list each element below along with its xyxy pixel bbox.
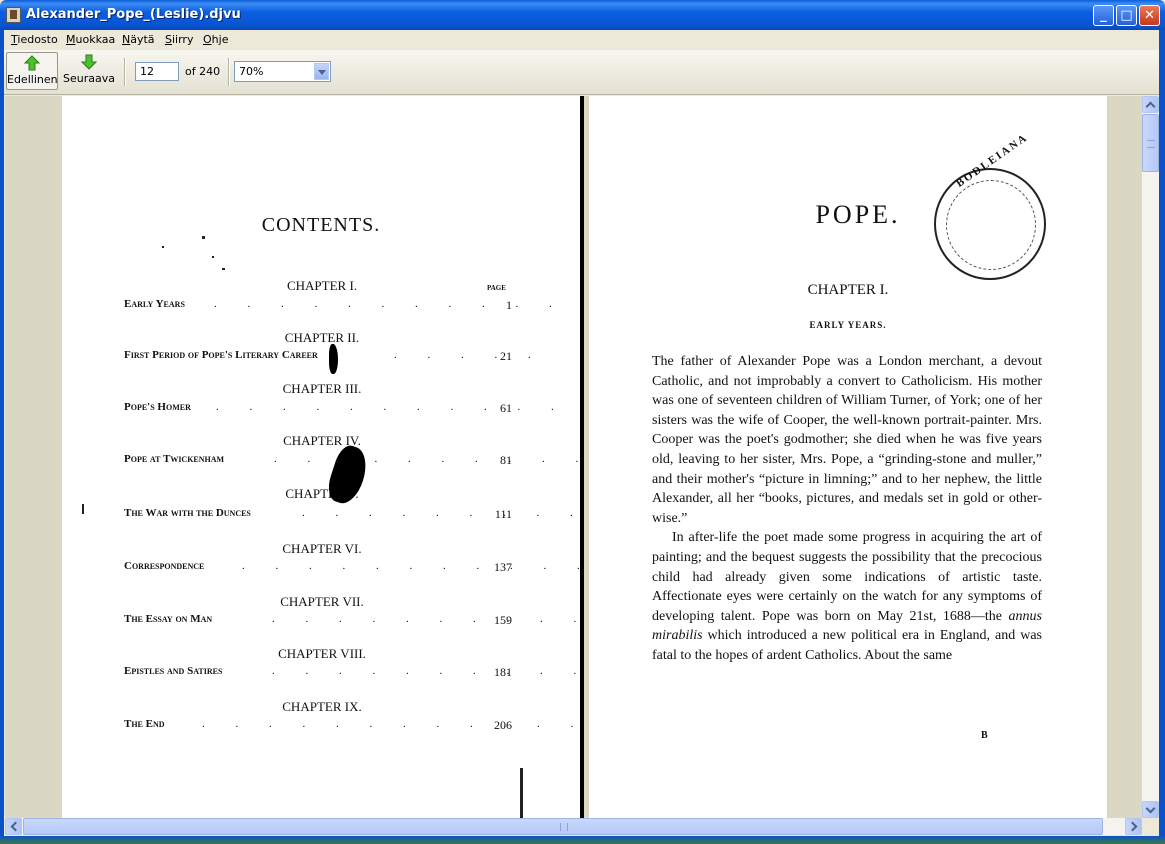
chapter-subheading: EARLY YEARS. <box>809 320 887 330</box>
menu-file[interactable]: Tiedosto <box>11 33 58 46</box>
toc-page: 181 <box>494 665 512 679</box>
next-page-label: Seuraava <box>63 72 115 85</box>
previous-page-button[interactable]: Edellinen <box>6 52 58 90</box>
maximize-button[interactable]: □ <box>1116 5 1137 26</box>
body-text: The father of Alexander Pope was a Londo… <box>652 352 1042 666</box>
arrow-down-icon <box>81 54 97 70</box>
toc-page: 61 <box>500 401 512 415</box>
scroll-right-button[interactable] <box>1125 818 1142 835</box>
toolbar-separator <box>228 58 230 86</box>
window-title: Alexander_Pope_(Leslie).djvu <box>26 7 241 22</box>
toc-page: 1 <box>506 298 512 312</box>
menu-help[interactable]: Ohje <box>203 33 228 46</box>
chevron-down-icon[interactable] <box>314 63 329 80</box>
chapter-heading: CHAPTER I. <box>807 282 889 298</box>
toc-title: Correspondence <box>124 560 205 572</box>
scan-speck <box>162 246 164 248</box>
scroll-down-button[interactable] <box>1142 801 1159 818</box>
toc-title: Early Years <box>124 298 185 310</box>
next-page-button[interactable]: Seuraava <box>62 52 116 90</box>
page-column-header: PAGE <box>487 284 506 292</box>
paragraph: In after-life the poet made some progres… <box>652 530 1042 663</box>
app-icon[interactable] <box>6 7 21 23</box>
toc-title: Pope at Twickenham <box>124 453 225 465</box>
page-number-input[interactable]: 12 <box>135 62 179 81</box>
minimize-button[interactable]: _ <box>1093 5 1114 26</box>
scan-mark <box>82 504 84 514</box>
toc-page: 111 <box>494 507 512 521</box>
toc-entry[interactable]: Early Years. . . . . . . . . . . . . .1 <box>124 298 580 312</box>
zoom-select[interactable]: 70% <box>234 61 331 82</box>
window-frame <box>1159 30 1165 844</box>
scan-speck <box>212 256 214 258</box>
toc-entry[interactable]: The War with the Dunces. . . . . . . . .… <box>124 507 573 521</box>
toc-chapter: CHAPTER III. <box>282 381 362 396</box>
toc-chapter: CHAPTER VI. <box>282 541 362 556</box>
toc-entry[interactable]: Epistles and Satires. . . . . . . . . . … <box>124 665 580 679</box>
toolbar-separator <box>124 58 126 86</box>
page-total-label: of 240 <box>185 65 221 78</box>
scan-speck <box>222 268 225 270</box>
ink-blot <box>329 344 338 374</box>
toc-title: The War with the Dunces <box>124 507 251 519</box>
vertical-scrollbar[interactable] <box>1142 96 1159 818</box>
toc-chapter: CHAPTER V. <box>285 486 359 501</box>
scroll-corner <box>1142 818 1159 835</box>
previous-page-label: Edellinen <box>7 73 58 86</box>
window-frame <box>0 836 1165 844</box>
scroll-left-button[interactable] <box>5 818 22 835</box>
toc-chapter: CHAPTER IV. <box>283 433 361 448</box>
toc-title: Epistles and Satires <box>124 665 223 677</box>
toc-chapter: CHAPTER IX. <box>282 699 362 714</box>
contents-page: CONTENTS. PAGE CHAPTER I. Early Years. .… <box>62 96 580 818</box>
toc-page: 21 <box>500 349 512 363</box>
menu-bar: Tiedosto Muokkaa Näytä Siirry Ohje <box>0 30 1165 50</box>
horizontal-scroll-thumb[interactable] <box>23 818 1103 835</box>
toc-title: The End <box>124 718 165 730</box>
page-gutter <box>580 96 584 818</box>
toc-page: 137 <box>494 560 512 574</box>
toc-entry[interactable]: Pope at Twickenham. . . . . . . . . . .8… <box>124 453 580 467</box>
vertical-scroll-thumb[interactable] <box>1142 114 1159 172</box>
window-frame <box>0 30 4 844</box>
toc-chapter: CHAPTER VIII. <box>278 646 366 661</box>
scan-speck <box>202 236 205 239</box>
toc-title: First Period of Pope's Literary Career <box>124 349 318 361</box>
scan-mark <box>520 768 523 818</box>
text-page: POPE. BODLEIANA CHAPTER I. EARLY YEARS. … <box>589 96 1107 818</box>
toc-entry[interactable]: First Period of Pope's Literary Career. … <box>124 349 531 363</box>
library-stamp: BODLEIANA <box>934 131 1046 280</box>
toc-title: Pope's Homer <box>124 401 191 413</box>
scroll-up-button[interactable] <box>1142 96 1159 113</box>
document-view[interactable]: CONTENTS. PAGE CHAPTER I. Early Years. .… <box>5 96 1142 818</box>
djvu-viewer-window: Alexander_Pope_(Leslie).djvu _ □ ✕ Tiedo… <box>0 0 1165 844</box>
close-button[interactable]: ✕ <box>1139 5 1160 26</box>
menu-view[interactable]: Näytä <box>122 33 155 46</box>
toc-chapter: CHAPTER VII. <box>280 594 364 609</box>
toc-entry[interactable]: Pope's Homer. . . . . . . . . . . . . .6… <box>124 401 580 415</box>
signature-mark: B <box>981 730 988 741</box>
toc-entry[interactable]: Correspondence. . . . . . . . . . . .137 <box>124 560 580 574</box>
toc-entry[interactable]: The Essay on Man. . . . . . . . . . .159 <box>124 613 580 627</box>
horizontal-scrollbar[interactable] <box>5 818 1142 835</box>
menu-edit[interactable]: Muokkaa <box>66 33 115 46</box>
menu-go[interactable]: Siirry <box>165 33 193 46</box>
toc-entry[interactable]: The End. . . . . . . . . . . . . . .206 <box>124 718 580 732</box>
paragraph: The father of Alexander Pope was a Londo… <box>652 354 1042 526</box>
toc-title: The Essay on Man <box>124 613 213 625</box>
arrow-up-icon <box>24 55 40 71</box>
toc-chapter: CHAPTER II. <box>284 330 360 345</box>
toc-page: 206 <box>494 718 512 732</box>
title-bar[interactable]: Alexander_Pope_(Leslie).djvu _ □ ✕ <box>0 0 1165 30</box>
contents-heading: CONTENTS. <box>261 214 381 236</box>
toc-page: 81 <box>500 453 512 467</box>
toc-page: 159 <box>494 613 512 627</box>
zoom-value: 70% <box>239 65 264 78</box>
toc-chapter: CHAPTER I. <box>286 278 358 293</box>
